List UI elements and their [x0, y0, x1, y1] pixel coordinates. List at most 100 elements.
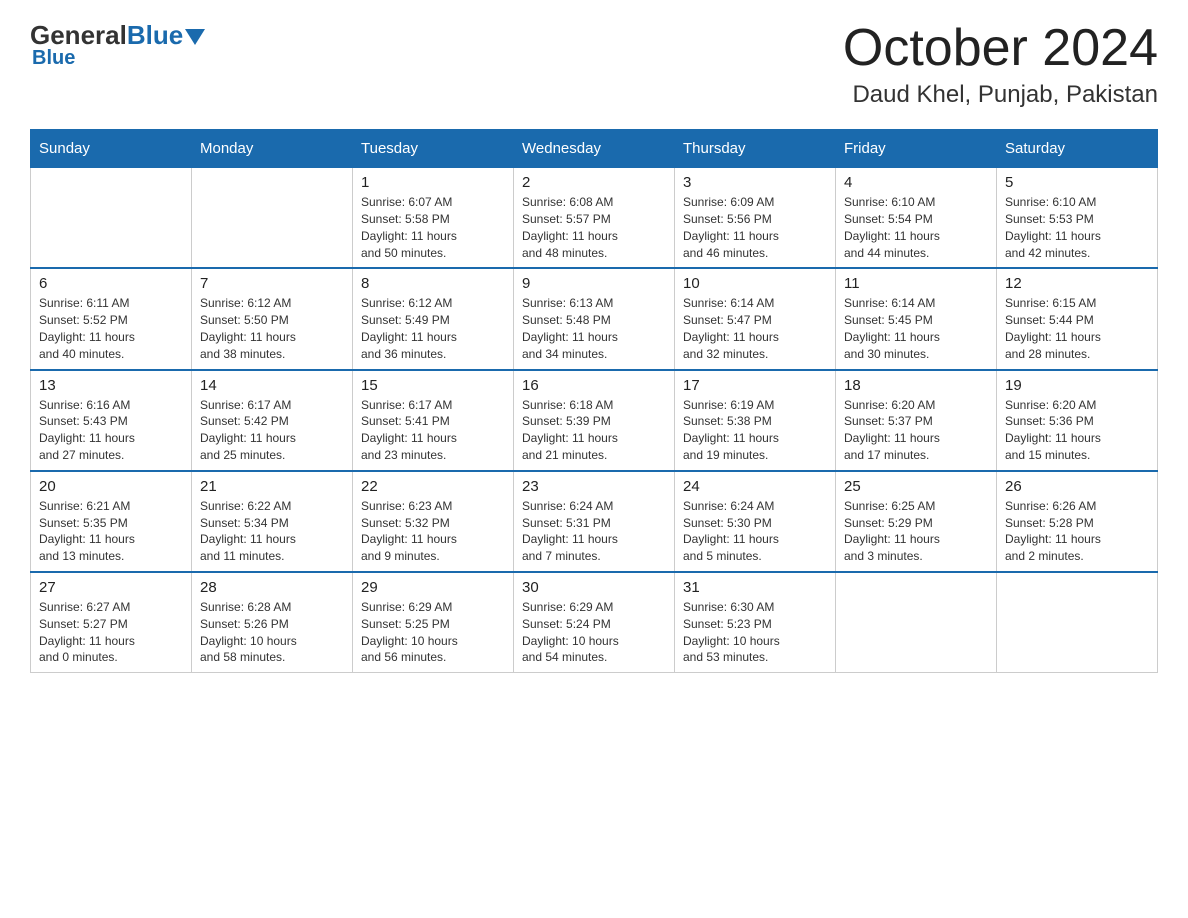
calendar-cell: 20 Sunrise: 6:21 AM Sunset: 5:35 PM Dayli…	[31, 471, 192, 572]
logo-triangle-icon	[185, 29, 205, 45]
calendar-cell: 15 Sunrise: 6:17 AM Sunset: 5:41 PM Dayli…	[353, 370, 514, 471]
calendar-cell	[192, 168, 353, 269]
day-number: 5	[1005, 174, 1149, 191]
day-info: Sunrise: 6:14 AM Sunset: 5:47 PM Dayligh…	[683, 295, 827, 362]
page-header: General Blue Blue October 2024 Daud Khel…	[30, 20, 1158, 109]
calendar-week-row: 1Sunrise: 6:07 AM Sunset: 5:58 PM Daylig…	[31, 168, 1158, 269]
day-number: 31	[683, 579, 827, 596]
day-number: 14	[200, 377, 344, 394]
logo-blue-text: Blue	[127, 20, 183, 51]
calendar-cell	[997, 572, 1158, 673]
day-number: 17	[683, 377, 827, 394]
day-number: 11	[844, 275, 988, 292]
day-info: Sunrise: 6:19 AM Sunset: 5:38 PM Dayligh…	[683, 397, 827, 464]
calendar-cell: 21Sunrise: 6:22 AM Sunset: 5:34 PM Dayli…	[192, 471, 353, 572]
day-number: 15	[361, 377, 505, 394]
day-info: Sunrise: 6:09 AM Sunset: 5:56 PM Dayligh…	[683, 194, 827, 261]
calendar-header-wednesday: Wednesday	[514, 130, 675, 168]
calendar-cell: 8Sunrise: 6:12 AM Sunset: 5:49 PM Daylig…	[353, 268, 514, 369]
day-info: Sunrise: 6:20 AM Sunset: 5:36 PM Dayligh…	[1005, 397, 1149, 464]
calendar-cell: 30 Sunrise: 6:29 AM Sunset: 5:24 PM Dayli…	[514, 572, 675, 673]
day-info: Sunrise: 6:17 AM Sunset: 5:42 PM Dayligh…	[200, 397, 344, 464]
logo: General Blue Blue	[30, 20, 205, 70]
calendar-cell: 11 Sunrise: 6:14 AM Sunset: 5:45 PM Dayli…	[836, 268, 997, 369]
calendar-header-friday: Friday	[836, 130, 997, 168]
calendar-cell: 16Sunrise: 6:18 AM Sunset: 5:39 PM Dayli…	[514, 370, 675, 471]
calendar-cell: 2 Sunrise: 6:08 AM Sunset: 5:57 PM Daylig…	[514, 168, 675, 269]
calendar-cell: 10 Sunrise: 6:14 AM Sunset: 5:47 PM Dayli…	[675, 268, 836, 369]
day-info: Sunrise: 6:08 AM Sunset: 5:57 PM Dayligh…	[522, 194, 666, 261]
calendar-cell: 17 Sunrise: 6:19 AM Sunset: 5:38 PM Dayli…	[675, 370, 836, 471]
calendar-cell: 5 Sunrise: 6:10 AM Sunset: 5:53 PM Daylig…	[997, 168, 1158, 269]
calendar-week-row: 20 Sunrise: 6:21 AM Sunset: 5:35 PM Dayli…	[31, 471, 1158, 572]
calendar-cell: 3Sunrise: 6:09 AM Sunset: 5:56 PM Daylig…	[675, 168, 836, 269]
day-number: 16	[522, 377, 666, 394]
day-number: 12	[1005, 275, 1149, 292]
calendar-cell: 29 Sunrise: 6:29 AM Sunset: 5:25 PM Dayli…	[353, 572, 514, 673]
calendar-cell: 22Sunrise: 6:23 AM Sunset: 5:32 PM Dayli…	[353, 471, 514, 572]
calendar-cell: 25 Sunrise: 6:25 AM Sunset: 5:29 PM Dayli…	[836, 471, 997, 572]
calendar-week-row: 6Sunrise: 6:11 AM Sunset: 5:52 PM Daylig…	[31, 268, 1158, 369]
calendar-header-saturday: Saturday	[997, 130, 1158, 168]
calendar-cell: 27Sunrise: 6:27 AM Sunset: 5:27 PM Dayli…	[31, 572, 192, 673]
day-info: Sunrise: 6:24 AM Sunset: 5:30 PM Dayligh…	[683, 498, 827, 565]
day-info: Sunrise: 6:29 AM Sunset: 5:25 PM Dayligh…	[361, 599, 505, 666]
day-number: 2	[522, 174, 666, 191]
day-info: Sunrise: 6:29 AM Sunset: 5:24 PM Dayligh…	[522, 599, 666, 666]
day-info: Sunrise: 6:26 AM Sunset: 5:28 PM Dayligh…	[1005, 498, 1149, 565]
day-number: 9	[522, 275, 666, 292]
calendar-week-row: 27Sunrise: 6:27 AM Sunset: 5:27 PM Dayli…	[31, 572, 1158, 673]
calendar-cell: 24 Sunrise: 6:24 AM Sunset: 5:30 PM Dayli…	[675, 471, 836, 572]
calendar-week-row: 13 Sunrise: 6:16 AM Sunset: 5:43 PM Dayli…	[31, 370, 1158, 471]
day-number: 1	[361, 174, 505, 191]
location-title: Daud Khel, Punjab, Pakistan	[843, 81, 1158, 109]
calendar-header-tuesday: Tuesday	[353, 130, 514, 168]
calendar-cell	[836, 572, 997, 673]
day-number: 30	[522, 579, 666, 596]
day-number: 10	[683, 275, 827, 292]
day-number: 19	[1005, 377, 1149, 394]
day-number: 24	[683, 478, 827, 495]
day-info: Sunrise: 6:30 AM Sunset: 5:23 PM Dayligh…	[683, 599, 827, 666]
calendar-header-row: SundayMondayTuesdayWednesdayThursdayFrid…	[31, 130, 1158, 168]
day-number: 27	[39, 579, 183, 596]
day-info: Sunrise: 6:14 AM Sunset: 5:45 PM Dayligh…	[844, 295, 988, 362]
calendar-cell: 18 Sunrise: 6:20 AM Sunset: 5:37 PM Dayli…	[836, 370, 997, 471]
day-number: 13	[39, 377, 183, 394]
day-info: Sunrise: 6:10 AM Sunset: 5:53 PM Dayligh…	[1005, 194, 1149, 261]
day-number: 18	[844, 377, 988, 394]
day-number: 23	[522, 478, 666, 495]
day-info: Sunrise: 6:21 AM Sunset: 5:35 PM Dayligh…	[39, 498, 183, 565]
calendar-cell: 26 Sunrise: 6:26 AM Sunset: 5:28 PM Dayli…	[997, 471, 1158, 572]
day-info: Sunrise: 6:13 AM Sunset: 5:48 PM Dayligh…	[522, 295, 666, 362]
month-title: October 2024	[843, 20, 1158, 77]
calendar-cell: 12 Sunrise: 6:15 AM Sunset: 5:44 PM Dayli…	[997, 268, 1158, 369]
day-number: 26	[1005, 478, 1149, 495]
logo-blue-label: Blue	[32, 47, 75, 70]
calendar-cell: 13 Sunrise: 6:16 AM Sunset: 5:43 PM Dayli…	[31, 370, 192, 471]
day-number: 6	[39, 275, 183, 292]
day-info: Sunrise: 6:22 AM Sunset: 5:34 PM Dayligh…	[200, 498, 344, 565]
day-info: Sunrise: 6:25 AM Sunset: 5:29 PM Dayligh…	[844, 498, 988, 565]
calendar-header-monday: Monday	[192, 130, 353, 168]
day-info: Sunrise: 6:24 AM Sunset: 5:31 PM Dayligh…	[522, 498, 666, 565]
title-section: October 2024 Daud Khel, Punjab, Pakistan	[843, 20, 1158, 109]
day-number: 28	[200, 579, 344, 596]
calendar-cell	[31, 168, 192, 269]
day-info: Sunrise: 6:20 AM Sunset: 5:37 PM Dayligh…	[844, 397, 988, 464]
day-number: 25	[844, 478, 988, 495]
day-info: Sunrise: 6:17 AM Sunset: 5:41 PM Dayligh…	[361, 397, 505, 464]
calendar-header-sunday: Sunday	[31, 130, 192, 168]
day-info: Sunrise: 6:15 AM Sunset: 5:44 PM Dayligh…	[1005, 295, 1149, 362]
calendar-cell: 4Sunrise: 6:10 AM Sunset: 5:54 PM Daylig…	[836, 168, 997, 269]
calendar-cell: 6Sunrise: 6:11 AM Sunset: 5:52 PM Daylig…	[31, 268, 192, 369]
day-number: 20	[39, 478, 183, 495]
day-info: Sunrise: 6:12 AM Sunset: 5:50 PM Dayligh…	[200, 295, 344, 362]
day-number: 22	[361, 478, 505, 495]
calendar-cell: 9 Sunrise: 6:13 AM Sunset: 5:48 PM Daylig…	[514, 268, 675, 369]
day-info: Sunrise: 6:16 AM Sunset: 5:43 PM Dayligh…	[39, 397, 183, 464]
calendar-header-thursday: Thursday	[675, 130, 836, 168]
day-number: 29	[361, 579, 505, 596]
calendar-cell: 23 Sunrise: 6:24 AM Sunset: 5:31 PM Dayli…	[514, 471, 675, 572]
day-info: Sunrise: 6:12 AM Sunset: 5:49 PM Dayligh…	[361, 295, 505, 362]
